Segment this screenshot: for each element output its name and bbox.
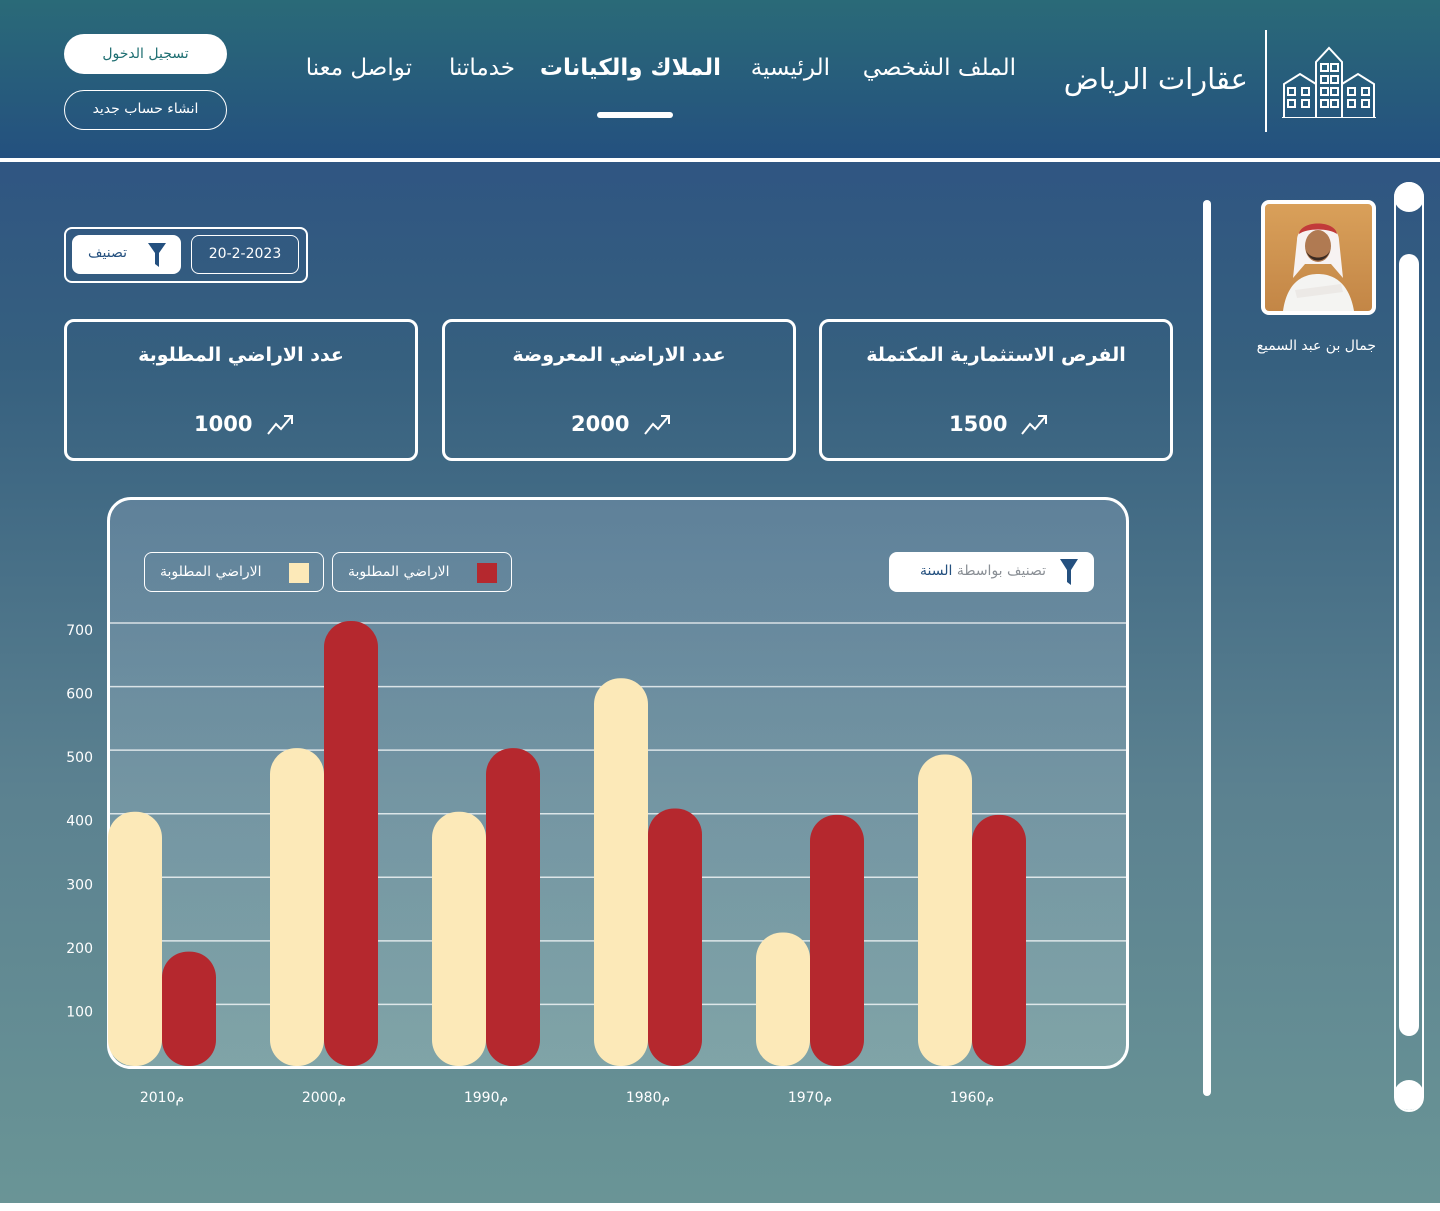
card-title: عدد الاراضي المعروضة [512,344,726,366]
filter-icon [148,243,166,267]
x-tick-label: 1970م [788,1090,832,1106]
y-tick-label: 200 [66,941,93,957]
card-value: 1000 [194,412,253,436]
header-divider [0,158,1440,162]
sidebar-divider [1203,200,1211,1096]
x-tick-label: 2000م [302,1090,346,1106]
legend-label: الاراضي المطلوبة [348,564,450,580]
brand-name: عقارات الرياض [1063,62,1248,96]
y-tick-label: 400 [66,814,93,830]
sort-key: السنة [920,563,953,579]
card-title: الفرص الاستثمارية المكتملة [866,344,1126,366]
avatar[interactable] [1261,200,1376,315]
sort-by-year-button[interactable]: تصنيف بواسطة السنة [889,552,1094,592]
y-tick-label: 500 [66,750,93,766]
stat-card-investment: الفرص الاستثمارية المكتملة 1500 [819,319,1173,461]
sort-label: تصنيف بواسطة السنة [920,563,1046,579]
nav-item-profile[interactable]: الملف الشخصي [863,55,1016,81]
card-value: 1500 [949,412,1008,436]
card-value: 2000 [571,412,630,436]
register-button[interactable]: انشاء حساب جديد [64,90,227,130]
y-tick-label: 700 [66,623,93,639]
legend-swatch [477,563,497,583]
trend-up-icon [267,415,293,435]
nav-active-indicator [597,112,673,118]
y-tick-label: 300 [66,877,93,893]
nav-item-services[interactable]: خدماتنا [449,55,515,81]
date-picker-button[interactable]: 20-2-2023 [191,235,299,274]
classify-label: تصنيف [88,245,127,261]
trend-up-icon [1021,415,1047,435]
nav-item-contact[interactable]: تواصل معنا [306,55,412,81]
page-footer-strip [0,1203,1440,1211]
x-tick-label: 1990م [464,1090,508,1106]
stat-card-offered: عدد الاراضي المعروضة 2000 [442,319,796,461]
stat-card-requested: عدد الاراضي المطلوبة 1000 [64,319,418,461]
legend-label: الاراضي المطلوبة [160,564,262,580]
buildings-logo-icon [1282,46,1376,118]
card-title: عدد الاراضي المطلوبة [138,344,344,366]
scrollbar-thumb[interactable] [1399,254,1419,1036]
nav-item-owners-entities[interactable]: الملاك والكيانات [540,55,721,81]
nav-item-home[interactable]: الرئيسية [751,55,830,81]
legend-swatch [289,563,309,583]
legend-item-light[interactable]: الاراضي المطلوبة [144,552,324,592]
x-tick-label: 1980م [626,1090,670,1106]
x-tick-label: 2010م [140,1090,184,1106]
trend-up-icon [644,415,670,435]
login-button[interactable]: تسجيل الدخول [64,34,227,74]
legend-item-dark[interactable]: الاراضي المطلوبة [332,552,512,592]
y-tick-label: 600 [66,687,93,703]
y-tick-label: 100 [66,1004,93,1020]
sort-prefix: تصنيف بواسطة [956,563,1046,579]
x-tick-label: 1960م [950,1090,994,1106]
user-photo-icon [1283,223,1354,311]
scroll-down-button[interactable] [1394,1080,1424,1110]
classify-button[interactable]: تصنيف [72,235,181,274]
user-name: جمال بن عبد السميع [1256,338,1376,354]
filter-icon [1060,559,1078,585]
main-nav: الملف الشخصي الرئيسية الملاك والكيانات خ… [300,55,1016,95]
scroll-up-button[interactable] [1394,182,1424,212]
logo-divider [1265,30,1267,132]
